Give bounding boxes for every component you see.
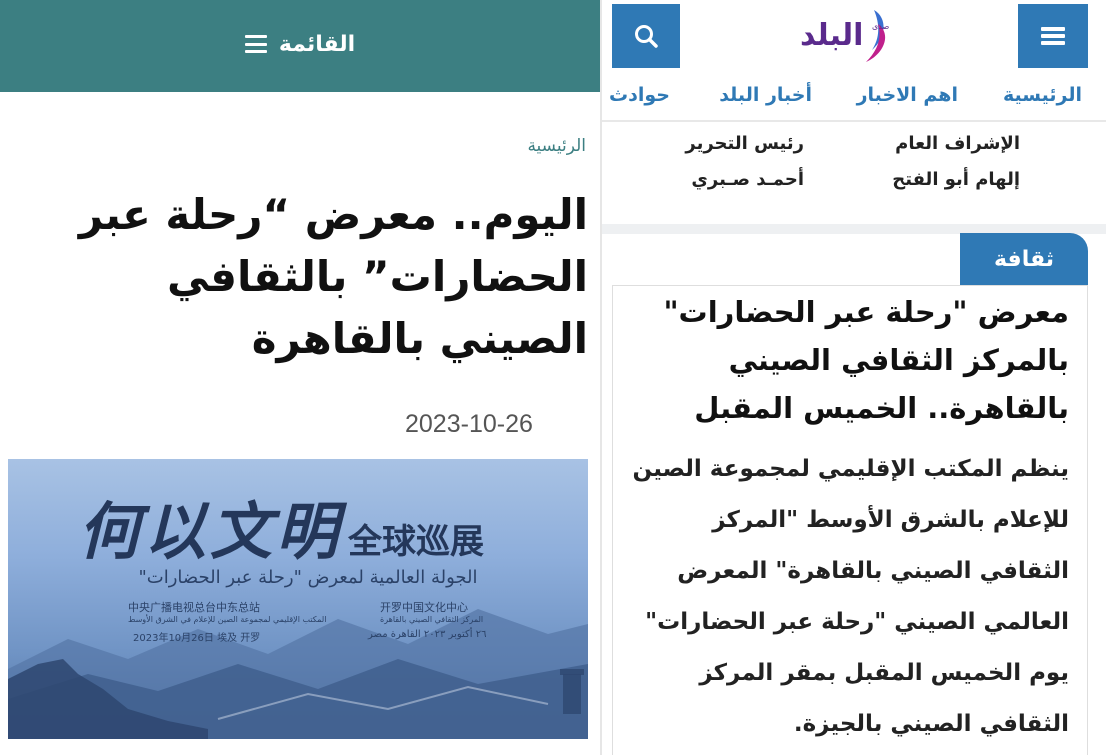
hamburger-icon — [244, 35, 267, 53]
article-headline: معرض "رحلة عبر الحضارات" بالمركز الثقافي… — [663, 295, 1069, 425]
hero-date-right: ٢٦ أكتوبر ٢٠٢٣ القاهرة مصر — [368, 629, 487, 640]
main-menu-button[interactable] — [1018, 4, 1088, 68]
hero-organizer-left-sub: المكتب الإقليمي لمجموعة الصين للإعلام في… — [128, 615, 327, 624]
menu-button[interactable]: القائمة — [230, 24, 370, 64]
left-article-screenshot: القائمة الرئيسية اليوم.. معرض “رحلة عبر … — [0, 0, 600, 755]
supervisor-label: الإشراف العام — [895, 133, 1020, 154]
article-date: 2023-10-26 — [405, 410, 533, 438]
search-icon — [635, 25, 658, 48]
site-logo[interactable]: البلد صدى — [800, 4, 900, 66]
breadcrumb[interactable]: الرئيسية — [527, 136, 586, 156]
hero-date-left: 2023年10月26日 埃及 开罗 — [133, 633, 261, 644]
staff-editor: رئيس التحرير أحمـد صـبري — [685, 126, 804, 198]
logo-text: البلد — [800, 18, 864, 53]
supervisor-name: إلهام أبو الفتح — [892, 169, 1020, 190]
hero-organizer-right: 开罗中国文化中心 — [380, 601, 468, 614]
hero-organizer-left: 中央广播电视总台中东总站 — [128, 601, 260, 614]
search-button[interactable] — [612, 4, 680, 68]
hero-chinese-title: 何以文明 — [78, 495, 343, 568]
nav-item-home[interactable]: الرئيسية — [1003, 84, 1082, 106]
right-article-screenshot: البلد صدى الرئيسية اهم الاخبار أخبار الب… — [602, 0, 1106, 755]
staff-supervisor: الإشراف العام إلهام أبو الفتح — [892, 126, 1020, 198]
nav-item-incidents[interactable]: حوادث — [609, 84, 670, 106]
main-nav: الرئيسية اهم الاخبار أخبار البلد حوادث — [602, 72, 1106, 122]
editor-name: أحمـد صـبري — [691, 169, 804, 190]
nav-item-top-news[interactable]: اهم الاخبار — [857, 84, 958, 106]
article-body: ينظم المكتب الإقليمي لمجموعة الصين للإعل… — [632, 456, 1069, 737]
article-card: معرض "رحلة عبر الحضارات" بالمركز الثقافي… — [612, 285, 1088, 755]
hamburger-icon — [1041, 27, 1065, 45]
logo-small-text: صدى — [872, 22, 890, 31]
article-title: اليوم.. معرض “رحلة عبر الحضارات” بالثقاف… — [78, 190, 588, 363]
menu-label: القائمة — [278, 31, 356, 57]
editor-label: رئيس التحرير — [685, 133, 804, 154]
article-hero-image: 何以文明 全球巡展 الجولة العالمية لمعرض "رحلة عب… — [8, 459, 588, 739]
hero-chinese-subtitle: 全球巡展 — [348, 522, 484, 562]
hero-organizer-right-sub: المركز الثقافي الصيني بالقاهرة — [380, 615, 484, 624]
hero-arabic-subtitle: الجولة العالمية لمعرض "رحلة عبر الحضارات… — [138, 567, 478, 588]
nav-item-country-news[interactable]: أخبار البلد — [719, 84, 812, 106]
header-bar: القائمة — [0, 0, 600, 92]
category-tab[interactable]: ثقافة — [960, 233, 1088, 285]
